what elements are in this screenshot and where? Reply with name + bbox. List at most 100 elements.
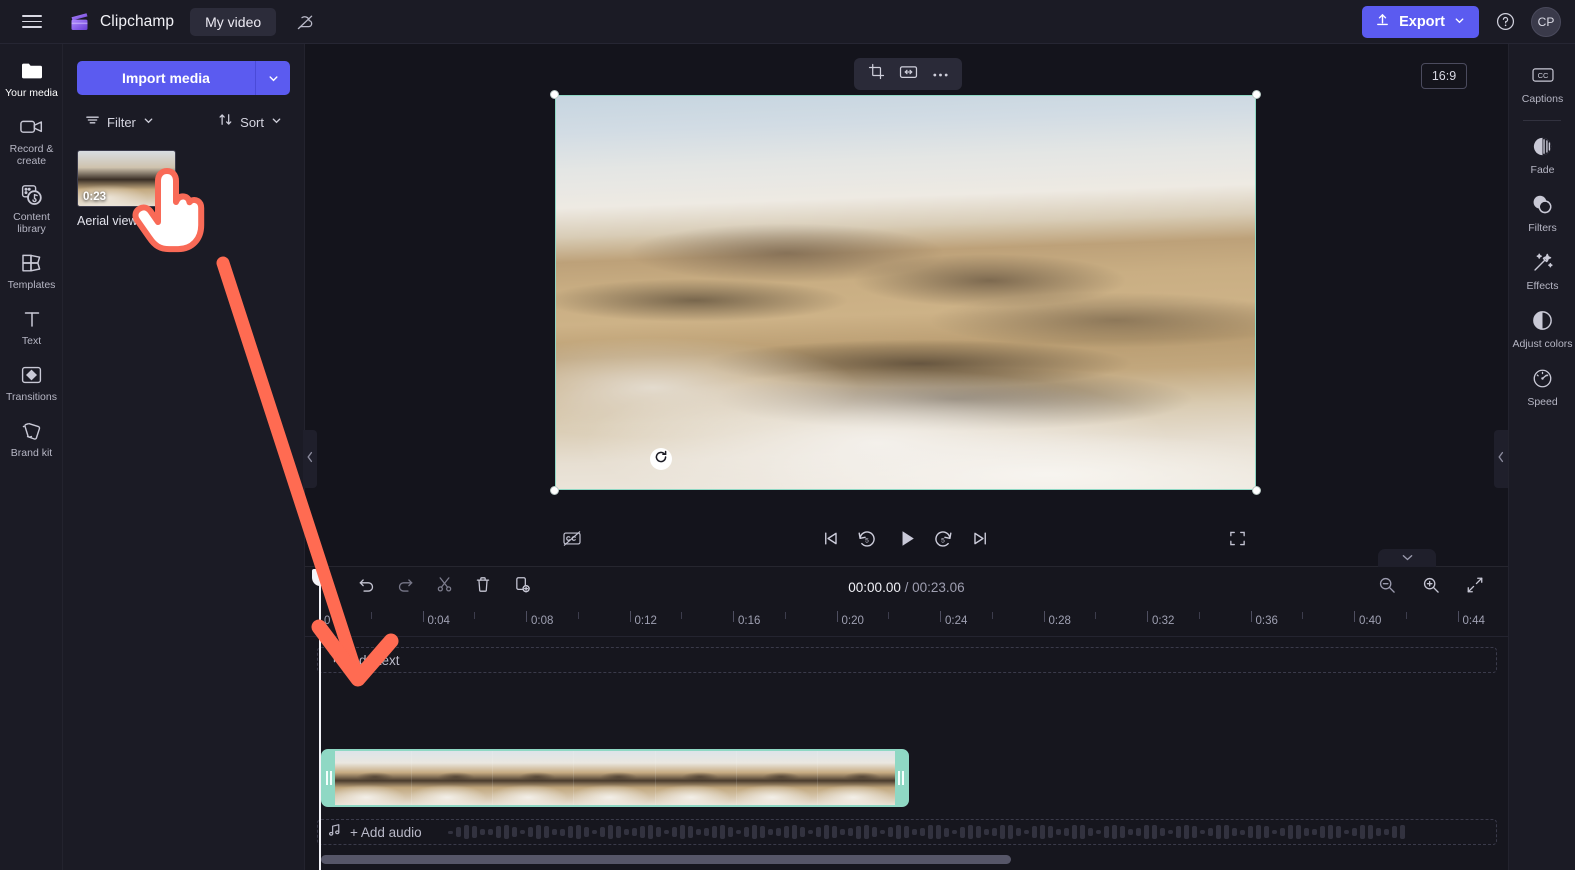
sidebar-item-brand-kit[interactable]: Brand kit xyxy=(0,410,63,466)
property-label: Filters xyxy=(1528,222,1557,234)
zoom-in-button[interactable] xyxy=(1416,573,1446,601)
speed-gauge-icon xyxy=(1530,366,1556,390)
transitions-icon xyxy=(19,363,45,386)
rotate-handle[interactable] xyxy=(650,448,672,470)
forward-5s-button[interactable]: 5 xyxy=(926,524,960,558)
trim-handle-left[interactable] xyxy=(323,751,335,805)
sidebar-item-templates[interactable]: Templates xyxy=(0,242,63,298)
chevron-down-icon[interactable] xyxy=(256,61,290,95)
zoom-out-button[interactable] xyxy=(1372,573,1402,601)
delete-button[interactable] xyxy=(468,573,498,601)
property-item-effects[interactable]: Effects xyxy=(1509,241,1575,299)
text-track-label: Add text xyxy=(350,652,400,668)
ruler-tick-label: 0:32 xyxy=(1152,615,1175,627)
crop-button[interactable] xyxy=(862,62,890,86)
help-circle-icon[interactable] xyxy=(1491,8,1519,36)
timeline-scrollbar[interactable] xyxy=(321,855,1011,864)
play-button[interactable] xyxy=(889,524,925,558)
resize-handle-top-right[interactable] xyxy=(1252,90,1261,99)
redo-button[interactable] xyxy=(390,573,420,601)
sidebar-label: Your media xyxy=(5,87,58,99)
cc-icon: CC xyxy=(1530,63,1556,87)
preview-frame-image xyxy=(555,95,1256,490)
clipchamp-logo-icon xyxy=(68,10,91,33)
property-label: Captions xyxy=(1521,93,1564,105)
chevron-down-icon xyxy=(1454,14,1465,30)
resize-handle-top-left[interactable] xyxy=(550,90,559,99)
content-library-icon xyxy=(19,183,45,206)
property-item-speed[interactable]: Speed xyxy=(1509,357,1575,415)
sidebar-item-text[interactable]: Text xyxy=(0,298,63,354)
skip-to-start-button[interactable] xyxy=(813,524,847,558)
fullscreen-button[interactable] xyxy=(1220,524,1254,558)
clip-thumbnail-frame xyxy=(331,751,413,805)
timeline-ruler[interactable]: 0 0:04 0:08 0:12 0:16 0:20 0:24 0:28 0:32 0:36 0:4… xyxy=(305,607,1508,637)
rotate-icon xyxy=(654,450,668,469)
sidebar-label: Text xyxy=(21,335,42,347)
zoom-in-icon xyxy=(1422,576,1440,599)
import-media-button[interactable]: Import media xyxy=(77,61,256,95)
timeline-toolbar: 00:00.00 / 00:23.06 xyxy=(305,567,1508,607)
collapse-timeline-button[interactable] xyxy=(1378,549,1436,567)
clip-thumbnails xyxy=(331,751,899,805)
audio-track[interactable]: + Add audio xyxy=(317,819,1497,845)
sidebar-item-record-create[interactable]: Record & create xyxy=(0,106,63,174)
chevron-left-icon xyxy=(1497,450,1505,468)
playhead[interactable] xyxy=(312,567,328,870)
ruler-tick-label: 0:40 xyxy=(1359,615,1382,627)
project-name-field[interactable]: My video xyxy=(190,7,277,36)
play-icon xyxy=(897,528,918,554)
playhead-knob[interactable] xyxy=(312,569,328,586)
more-options-button[interactable] xyxy=(926,62,954,86)
folder-icon xyxy=(19,59,45,82)
property-item-captions[interactable]: CC Captions xyxy=(1509,54,1575,112)
aspect-ratio-button[interactable]: 16:9 xyxy=(1421,63,1467,89)
export-button[interactable]: Export xyxy=(1362,5,1479,38)
video-preview[interactable] xyxy=(550,90,1261,495)
filter-sort-row: Filter Sort xyxy=(77,108,290,136)
fit-button[interactable] xyxy=(894,62,922,86)
media-item[interactable]: 0:23 Aerial view of xyxy=(77,150,176,228)
property-item-fade[interactable]: Fade xyxy=(1509,125,1575,183)
fit-timeline-button[interactable] xyxy=(1460,573,1490,601)
crop-icon xyxy=(868,63,885,85)
ruler-tick-label: 0:08 xyxy=(531,615,554,627)
playback-bar: 5 5 xyxy=(305,519,1508,563)
collapse-left-panel-button[interactable] xyxy=(303,430,317,488)
ruler-tick-label: 0:24 xyxy=(945,615,968,627)
clip-thumbnail-frame xyxy=(493,751,575,805)
right-rail: CC Captions Fade Filters Effects Adjust … xyxy=(1508,44,1575,870)
sidebar-label: Content library xyxy=(13,211,50,235)
trim-handle-right[interactable] xyxy=(895,751,907,805)
skip-to-end-button[interactable] xyxy=(963,524,997,558)
sidebar-item-transitions[interactable]: Transitions xyxy=(0,354,63,410)
split-button[interactable] xyxy=(429,573,459,601)
property-item-filters[interactable]: Filters xyxy=(1509,183,1575,241)
split-scissors-icon xyxy=(436,576,453,598)
timeline-video-clip[interactable] xyxy=(321,749,909,807)
avatar[interactable]: CP xyxy=(1531,6,1561,37)
filter-button[interactable]: Filter xyxy=(79,109,160,136)
svg-text:5: 5 xyxy=(865,537,869,544)
collapse-right-panel-button[interactable] xyxy=(1494,430,1508,488)
sidebar-item-content-library[interactable]: Content library xyxy=(0,174,63,242)
captions-toggle-button[interactable] xyxy=(555,524,589,558)
sort-button[interactable]: Sort xyxy=(212,108,288,136)
text-track[interactable]: Add text xyxy=(317,647,1497,673)
media-thumbnail[interactable]: 0:23 xyxy=(77,150,176,207)
sidebar-item-your-media[interactable]: Your media xyxy=(0,50,63,106)
duplicate-button[interactable] xyxy=(507,573,537,601)
media-grid: 0:23 Aerial view of xyxy=(77,150,290,228)
import-media-group: Import media xyxy=(77,61,290,95)
clip-thumbnail-frame xyxy=(412,751,494,805)
resize-handle-bottom-right[interactable] xyxy=(1252,486,1261,495)
undo-button[interactable] xyxy=(351,573,381,601)
templates-icon xyxy=(19,251,45,274)
property-item-adjust-colors[interactable]: Adjust colors xyxy=(1509,299,1575,357)
resize-handle-bottom-left[interactable] xyxy=(550,486,559,495)
cloud-off-icon[interactable] xyxy=(290,7,320,37)
hamburger-icon[interactable] xyxy=(10,0,54,44)
left-rail: Your media Record & create Content libra… xyxy=(0,44,63,870)
more-horizontal-icon xyxy=(932,65,949,83)
rewind-5s-button[interactable]: 5 xyxy=(850,524,884,558)
